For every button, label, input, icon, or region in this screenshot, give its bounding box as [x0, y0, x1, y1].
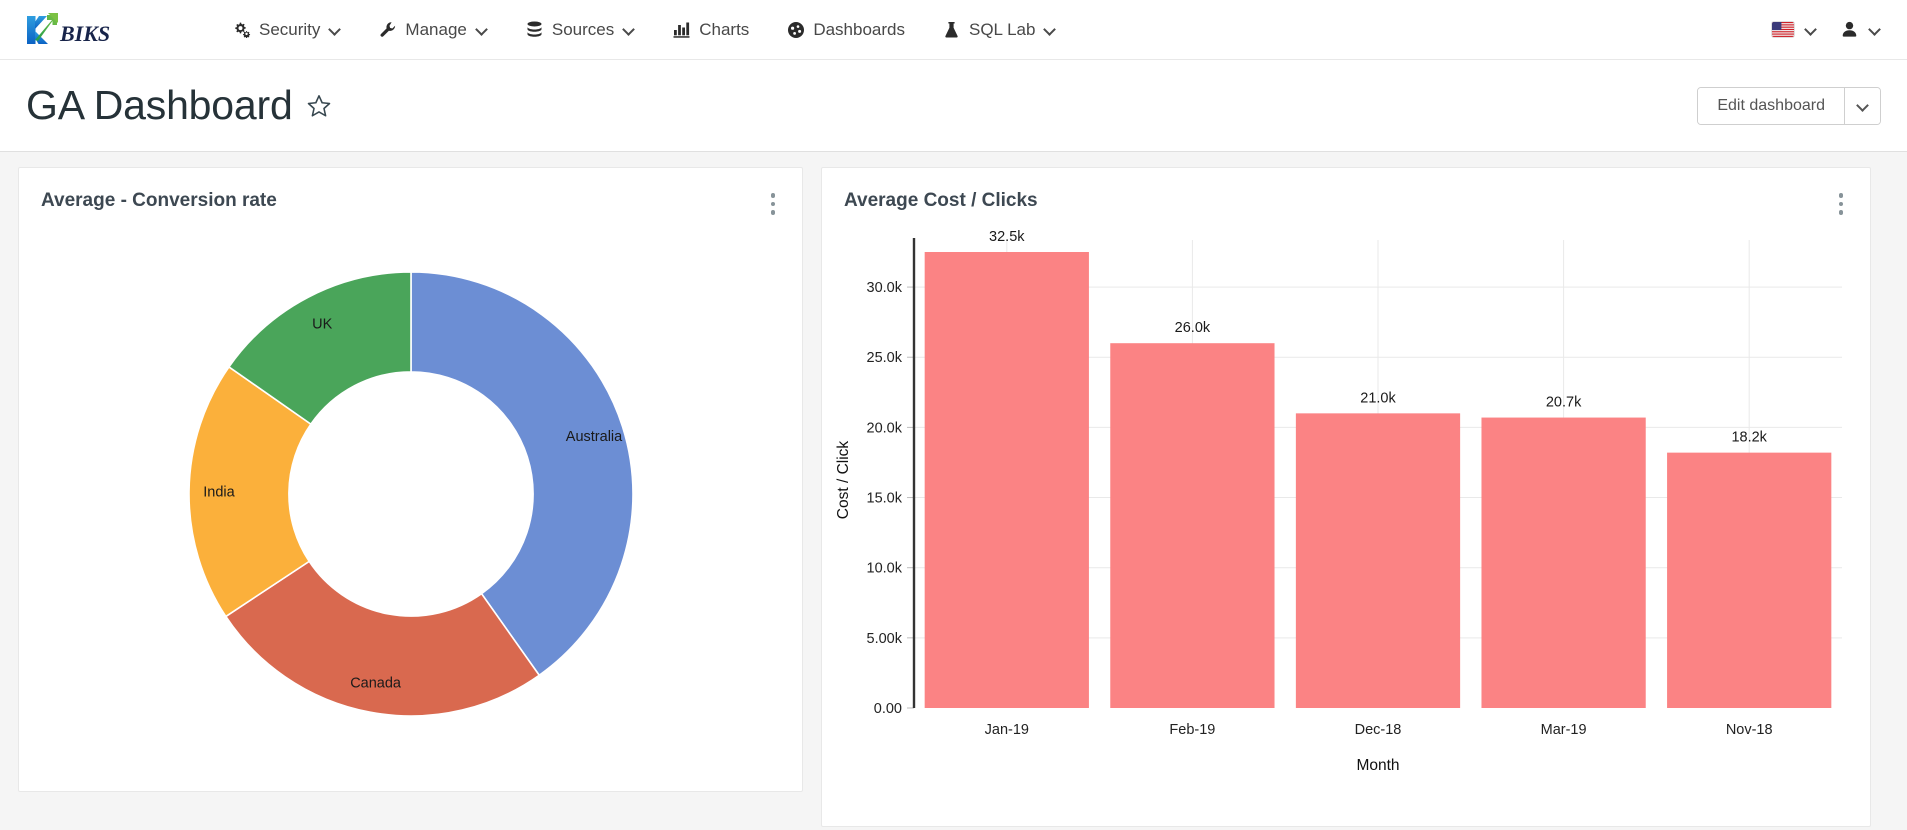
bar[interactable]	[924, 252, 1089, 708]
database-icon	[526, 21, 544, 39]
chevron-down-icon	[1045, 24, 1056, 35]
bar-chart: 32.5k Jan-19 26.0k Feb-19 21.0k Dec-18 20.7k Ma…	[822, 222, 1870, 827]
nav-label-security: Security	[259, 19, 321, 39]
y-axis-tick-label: 25.0k	[867, 350, 903, 366]
user-icon	[1841, 21, 1858, 39]
card-header: Average Cost / Clicks	[822, 168, 1870, 222]
nav-label-manage: Manage	[405, 19, 467, 39]
y-axis-tick-label: 15.0k	[867, 491, 903, 507]
bar[interactable]	[1110, 343, 1275, 708]
y-axis-tick-label: 30.0k	[867, 280, 903, 296]
dashboard-actions: Edit dashboard	[1697, 86, 1881, 125]
y-axis-tick-label: 5.00k	[867, 631, 903, 647]
bar-value-label: 32.5k	[989, 229, 1025, 245]
edit-dashboard-button[interactable]: Edit dashboard	[1698, 87, 1844, 124]
nav-label-dashboards: Dashboards	[813, 19, 905, 39]
bar-value-label: 20.7k	[1546, 395, 1582, 411]
donut-chart-svg[interactable]: Australia Canada India UK	[21, 222, 801, 782]
nav-label-charts: Charts	[699, 19, 750, 39]
x-axis-tick-label: Mar-19	[1541, 722, 1587, 738]
donut-slice-label: UK	[312, 317, 332, 333]
x-axis-title: Month	[1356, 757, 1399, 774]
card-header: Average - Conversion rate	[19, 168, 802, 222]
nav-item-charts[interactable]: Charts	[654, 0, 768, 59]
donut-slice-label: Canada	[350, 676, 402, 692]
flask-icon	[943, 21, 961, 39]
nav-item-security[interactable]: Security	[214, 0, 360, 59]
language-selector[interactable]	[1762, 0, 1827, 59]
chevron-down-icon	[330, 24, 341, 35]
kbiks-logo-icon: BIKS	[27, 12, 110, 46]
donut-chart: Australia Canada India UK	[19, 222, 802, 782]
svg-text:BIKS: BIKS	[59, 21, 110, 46]
card-title: Average - Conversion rate	[41, 190, 277, 211]
x-axis-tick-label: Feb-19	[1169, 722, 1215, 738]
wrench-icon	[379, 21, 397, 39]
bar[interactable]	[1295, 413, 1461, 708]
x-axis-tick-label: Jan-19	[985, 722, 1029, 738]
nav-item-dashboards[interactable]: Dashboards	[768, 0, 924, 59]
chevron-down-icon	[477, 24, 488, 35]
kebab-menu-icon[interactable]	[762, 191, 784, 217]
dashboard-grid: Average - Conversion rate Australia Canad…	[0, 152, 1907, 829]
dashboard-icon	[787, 21, 805, 39]
y-axis-tick-label: 20.0k	[867, 420, 903, 436]
chevron-down-icon	[624, 24, 635, 35]
bar-chart-svg[interactable]: 32.5k Jan-19 26.0k Feb-19 21.0k Dec-18 20.7k Ma…	[822, 222, 1870, 822]
nav-label-sql-lab: SQL Lab	[968, 19, 1036, 39]
nav-label-sources: Sources	[551, 19, 615, 39]
page-title: GA Dashboard	[26, 82, 293, 128]
y-axis-tick-label: 0.00	[874, 701, 902, 717]
edit-dashboard-button-group: Edit dashboard	[1697, 86, 1881, 125]
top-navbar: BIKS Security Manage Sources Charts Dash…	[0, 0, 1907, 60]
chart-card-cost-clicks: Average Cost / Clicks 32.5k Jan-19 26.0k Fe…	[821, 167, 1871, 827]
bar-value-label: 18.2k	[1731, 430, 1767, 446]
card-title: Average Cost / Clicks	[844, 190, 1038, 211]
nav-item-sql-lab[interactable]: SQL Lab	[924, 0, 1075, 59]
navbar-right-controls	[1762, 0, 1891, 59]
kebab-menu-icon[interactable]	[1830, 191, 1852, 217]
chevron-down-icon	[1858, 100, 1869, 111]
bar-value-label: 26.0k	[1175, 320, 1211, 336]
user-menu[interactable]	[1831, 0, 1891, 59]
y-axis-tick-label: 10.0k	[867, 561, 903, 577]
edit-dashboard-dropdown-button[interactable]	[1844, 87, 1880, 124]
us-flag-icon	[1772, 22, 1794, 37]
chevron-down-icon	[1806, 24, 1817, 35]
star-outline-icon[interactable]	[306, 93, 332, 119]
nav-items: Security Manage Sources Charts Dashboard…	[214, 0, 1075, 59]
nav-item-manage[interactable]: Manage	[360, 0, 506, 59]
donut-slice-label: India	[203, 485, 235, 501]
chevron-down-icon	[1870, 24, 1881, 35]
bar-chart-icon	[673, 21, 691, 39]
y-axis-title: Cost / Click	[835, 441, 852, 520]
bar[interactable]	[1667, 452, 1832, 708]
dashboard-header: GA Dashboard Edit dashboard	[0, 60, 1907, 152]
cogs-icon	[233, 21, 251, 39]
brand-logo[interactable]: BIKS	[18, 8, 114, 52]
x-axis-tick-label: Nov-18	[1726, 722, 1773, 738]
bar-value-label: 21.0k	[1360, 390, 1396, 406]
donut-slice-label: Australia	[565, 429, 622, 445]
bar[interactable]	[1481, 417, 1646, 708]
nav-item-sources[interactable]: Sources	[507, 0, 654, 59]
chart-card-conversion-rate: Average - Conversion rate Australia Canad…	[18, 167, 803, 792]
x-axis-tick-label: Dec-18	[1355, 722, 1402, 738]
